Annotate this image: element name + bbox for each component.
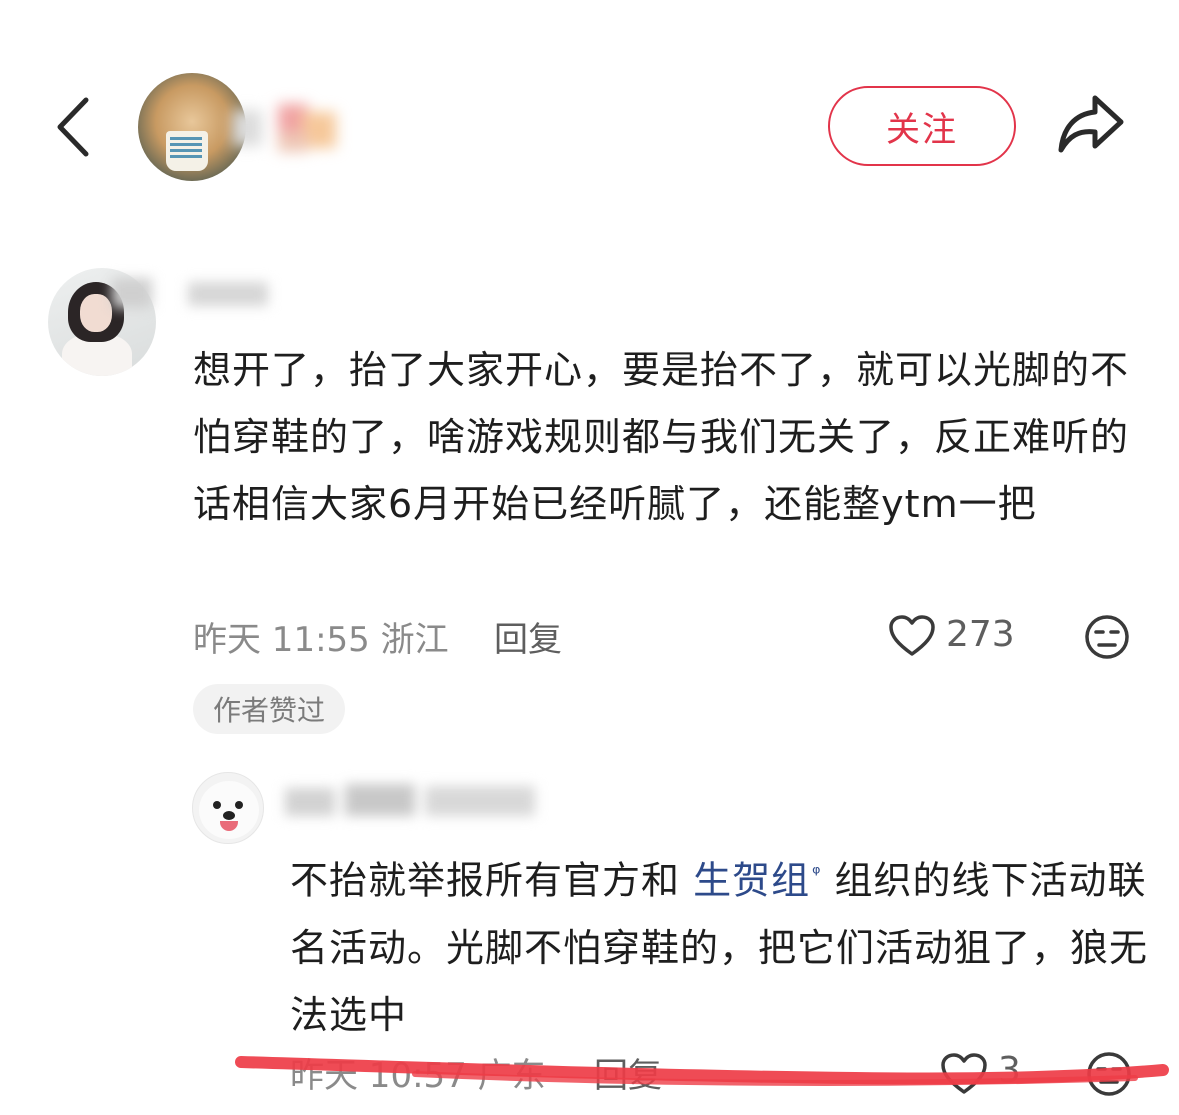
author-avatar[interactable] xyxy=(138,73,246,181)
dislike-button[interactable] xyxy=(1083,613,1131,661)
share-icon xyxy=(1058,95,1124,153)
like-count: 273 xyxy=(946,614,1015,655)
comment-meta: 昨天 11:55 浙江 xyxy=(193,620,449,660)
avatar-dog-nose xyxy=(223,811,235,820)
chevron-left-icon xyxy=(57,97,89,157)
unhappy-face-icon xyxy=(1085,615,1129,659)
replier-name-blurred xyxy=(285,778,545,824)
author-liked-badge: 作者赞过 xyxy=(193,684,345,734)
like-button[interactable] xyxy=(888,614,936,658)
avatar-dog-eye-left xyxy=(213,801,221,809)
red-strike-annotation xyxy=(235,1056,1169,1086)
reply-text: 不抬就举报所有官方和 生贺组 ᵠ 组织的线下活动联名活动。光脚不怕穿鞋的，把它们活… xyxy=(290,840,1150,1049)
avatar-cup-print xyxy=(170,137,202,161)
comment-text: 想开了，抬了大家开心，要是抬不了，就可以光脚的不怕穿鞋的了，啥游戏规则都与我们无… xyxy=(193,348,1130,526)
commenter-name-blurred xyxy=(108,268,288,318)
share-button[interactable] xyxy=(1055,92,1127,156)
follow-button[interactable]: 关注 xyxy=(828,86,1016,166)
heart-icon xyxy=(889,615,935,656)
back-button[interactable] xyxy=(50,92,100,162)
reply-text-part1: 不抬就举报所有官方和 xyxy=(290,858,694,903)
author-name-blurred xyxy=(232,98,352,158)
topic-link[interactable]: 生贺组 xyxy=(693,859,810,903)
comment-reply-button[interactable]: 回复 xyxy=(494,612,562,661)
avatar-dog-eye-right xyxy=(235,801,243,809)
replier-avatar[interactable] xyxy=(192,772,264,844)
